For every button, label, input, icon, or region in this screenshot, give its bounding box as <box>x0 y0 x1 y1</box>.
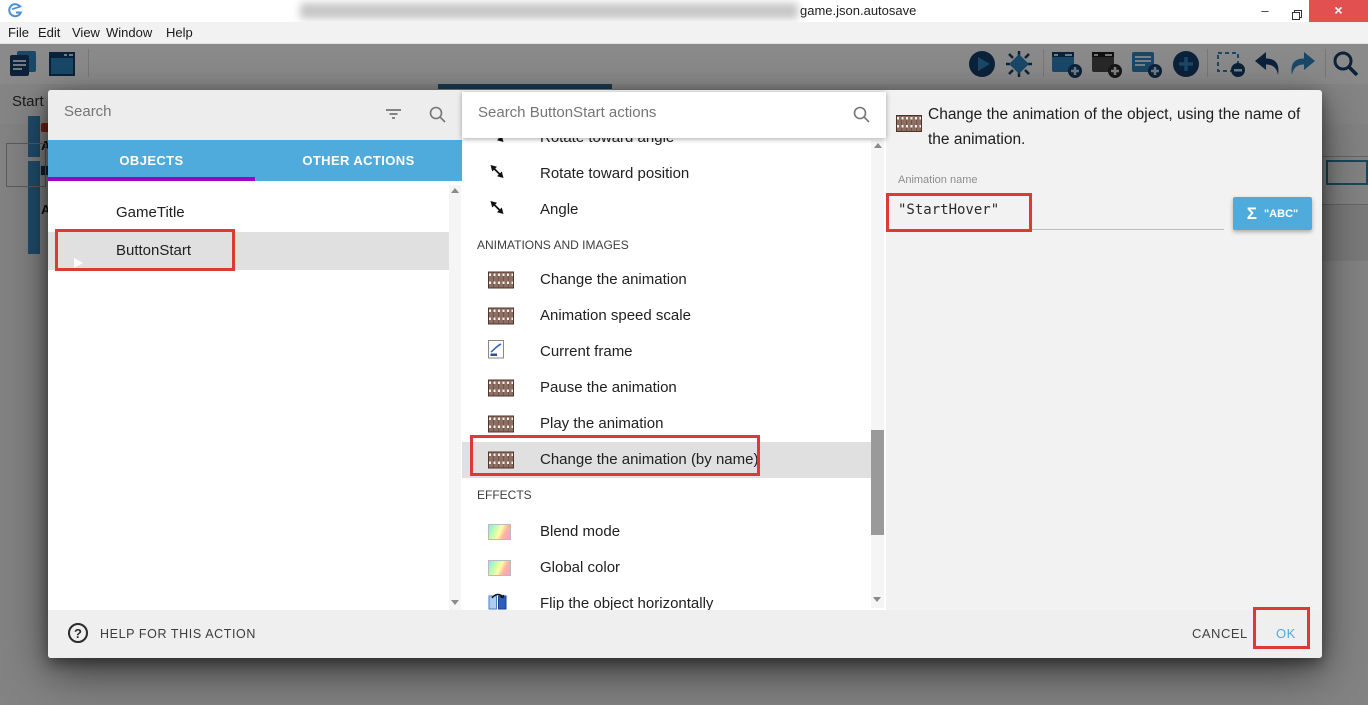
action-label: Rotate toward angle <box>540 138 674 156</box>
objects-tab-bar: OBJECTS OTHER ACTIONS <box>48 140 462 181</box>
action-item[interactable]: Blend mode <box>462 514 872 550</box>
film-strip-icon <box>488 272 514 289</box>
rotate-icon <box>488 199 506 222</box>
scrollbar-thumb[interactable] <box>871 430 884 535</box>
film-strip-icon <box>488 380 514 397</box>
restore-icon <box>1292 10 1302 20</box>
help-button[interactable]: HELP FOR THIS ACTION <box>100 610 256 658</box>
action-label: Animation speed scale <box>540 298 691 334</box>
object-row-gametitle[interactable]: GameTitle <box>48 194 450 232</box>
redacted-title-text <box>300 3 798 19</box>
actions-search-input[interactable] <box>478 104 808 121</box>
menu-file[interactable]: File <box>8 25 29 40</box>
tab-other-actions[interactable]: OTHER ACTIONS <box>255 140 462 181</box>
search-icon[interactable] <box>852 105 872 125</box>
expression-editor-button[interactable]: Σ "ABC" <box>1233 197 1312 230</box>
action-section-header: ANIMATIONS AND IMAGES <box>477 228 867 262</box>
object-row-buttonstart[interactable]: ButtonStart <box>48 232 450 270</box>
objects-list: GameTitle ButtonStart <box>48 181 462 610</box>
menu-bar: File Edit View Window Help <box>0 22 1368 44</box>
action-label: Pause the animation <box>540 370 677 406</box>
document-title: game.json.autosave <box>800 3 916 18</box>
action-label: Current frame <box>540 334 633 370</box>
action-item[interactable]: Global color <box>462 550 872 586</box>
film-strip-icon <box>488 308 514 325</box>
action-label: Angle <box>540 192 578 228</box>
objects-list-scrollbar[interactable] <box>449 185 461 610</box>
action-label: Rotate toward position <box>540 156 689 192</box>
filter-icon[interactable] <box>384 106 404 122</box>
sigma-icon: Σ <box>1247 204 1257 224</box>
tab-objects[interactable]: OBJECTS <box>48 140 255 181</box>
cancel-button[interactable]: CANCEL <box>1182 610 1258 658</box>
animation-name-input[interactable]: "StartHover" <box>898 197 1218 223</box>
abc-label: "ABC" <box>1264 208 1298 220</box>
actions-search-bar <box>462 92 886 138</box>
action-item-selected[interactable]: Change the animation (by name) <box>462 442 872 478</box>
action-label: Change the animation <box>540 262 687 298</box>
action-item[interactable]: Pause the animation <box>462 370 872 406</box>
menu-window[interactable]: Window <box>106 25 152 40</box>
object-name: GameTitle <box>116 194 185 232</box>
scroll-down-icon[interactable] <box>873 597 881 602</box>
dialog-footer: ? HELP FOR THIS ACTION CANCEL OK <box>48 610 1322 658</box>
film-strip-icon <box>488 416 514 433</box>
rotate-icon <box>488 138 506 150</box>
action-item[interactable]: Angle <box>462 192 872 228</box>
menu-view[interactable]: View <box>72 25 100 40</box>
action-label: Change the animation (by name) <box>540 442 758 478</box>
object-name: ButtonStart <box>116 232 191 270</box>
objects-search-bar <box>48 90 462 140</box>
film-strip-icon <box>896 115 922 132</box>
rotate-icon <box>488 163 506 186</box>
color-swatch-icon <box>488 524 511 540</box>
action-item[interactable]: Change the animation <box>462 262 872 298</box>
action-item[interactable]: Rotate toward position <box>462 156 872 192</box>
action-label: Blend mode <box>540 514 620 550</box>
ok-button[interactable]: OK <box>1264 610 1308 658</box>
scroll-down-icon[interactable] <box>451 600 459 605</box>
action-item[interactable]: Animation speed scale <box>462 298 872 334</box>
help-circle-icon[interactable]: ? <box>68 623 88 643</box>
flip-horizontal-icon <box>488 592 507 610</box>
action-item[interactable]: Flip the object horizontally <box>462 586 872 610</box>
action-label: Flip the object horizontally <box>540 586 713 610</box>
action-editor-dialog: OBJECTS OTHER ACTIONS GameTitle ButtonSt… <box>48 90 1322 658</box>
film-strip-icon <box>488 452 514 469</box>
close-button[interactable]: × <box>1309 0 1368 22</box>
minimize-button[interactable]: – <box>1250 0 1280 22</box>
action-label: Play the animation <box>540 406 663 442</box>
menu-help[interactable]: Help <box>166 25 193 40</box>
action-item[interactable]: Current frame <box>462 334 872 370</box>
restore-button[interactable] <box>1284 0 1310 22</box>
title-bar: game.json.autosave – × <box>0 0 1368 22</box>
scroll-up-icon[interactable] <box>874 143 882 148</box>
action-label: Global color <box>540 550 620 586</box>
animation-name-label: Animation name <box>898 174 978 186</box>
actions-list: Rotate toward angle Rotate toward positi… <box>462 138 886 610</box>
scroll-up-icon[interactable] <box>451 188 459 193</box>
gdevelop-logo-icon <box>7 3 23 19</box>
menu-edit[interactable]: Edit <box>38 25 60 40</box>
action-description: Change the animation of the object, usin… <box>928 103 1322 152</box>
actions-list-scrollbar[interactable] <box>871 140 884 608</box>
action-section-header: EFFECTS <box>477 478 867 512</box>
action-item[interactable]: Rotate toward angle <box>462 138 872 156</box>
action-item[interactable]: Play the animation <box>462 406 872 442</box>
current-frame-icon <box>488 340 505 364</box>
search-icon[interactable] <box>428 105 448 125</box>
input-underline <box>898 229 1224 230</box>
color-swatch-icon <box>488 560 511 576</box>
objects-search-input[interactable] <box>64 103 364 120</box>
